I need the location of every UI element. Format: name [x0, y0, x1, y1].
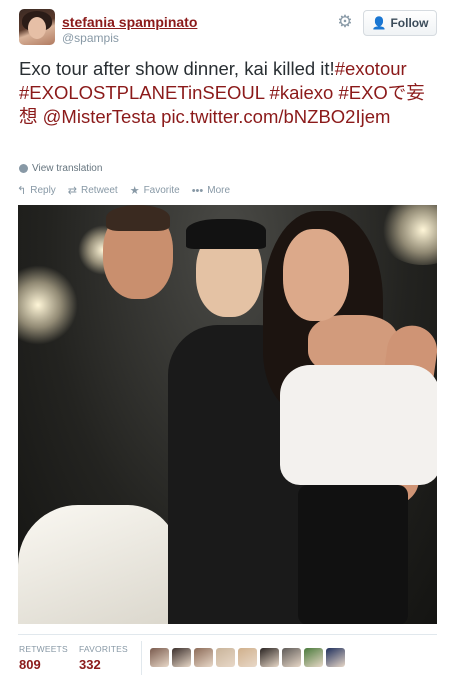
follow-button[interactable]: 👤 Follow: [363, 10, 437, 36]
favorites-label: FAVORITES: [79, 644, 128, 654]
favoriter-avatar[interactable]: [282, 648, 301, 667]
retweets-label: RETWEETS: [19, 644, 68, 654]
photo-person-right-head: [283, 229, 349, 321]
more-dots-icon: •••: [191, 184, 204, 197]
avatar-face: [28, 17, 46, 39]
retweet-button[interactable]: ⇄ Retweet: [68, 184, 118, 197]
tweet-photo[interactable]: [18, 205, 437, 624]
stats-separator: [141, 641, 142, 675]
photo-person-left-shirt: [18, 505, 178, 624]
retweets-count: 809: [19, 657, 41, 672]
follow-button-label: Follow: [390, 16, 429, 30]
favorite-button[interactable]: ★ Favorite: [130, 184, 180, 197]
pic-link[interactable]: pic.twitter.com/bNZBO2Ijem: [161, 106, 390, 127]
display-name[interactable]: stefania spampinato: [62, 14, 197, 30]
hashtag-exolostplanet[interactable]: #EXOLOSTPLANETinSEOUL: [19, 82, 264, 103]
favoriter-avatar[interactable]: [194, 648, 213, 667]
tweet-card: stefania spampinato @spampis ⚙ 👤 Follow …: [0, 0, 455, 680]
star-icon: ★: [129, 185, 140, 197]
reply-button[interactable]: ↰ Reply: [17, 184, 56, 197]
hashtag-kaiexo[interactable]: #kaiexo: [270, 82, 334, 103]
favoriter-avatar[interactable]: [260, 648, 279, 667]
favoriter-avatar[interactable]: [150, 648, 169, 667]
favorites-count: 332: [79, 657, 101, 672]
more-button[interactable]: ••• More: [192, 185, 230, 197]
photo-person-right-top: [280, 365, 437, 485]
retweet-label: Retweet: [81, 185, 118, 196]
hashtag-exotour[interactable]: #exotour: [335, 58, 407, 79]
tweet-actions: ↰ Reply ⇄ Retweet ★ Favorite ••• More: [17, 184, 242, 198]
favoriter-avatar[interactable]: [238, 648, 257, 667]
stats-divider: [18, 634, 437, 635]
reply-icon: ↰: [17, 185, 27, 197]
favoriter-avatar[interactable]: [304, 648, 323, 667]
tweet-body-text: Exo tour after show dinner, kai killed i…: [19, 58, 335, 79]
globe-icon: [19, 164, 28, 173]
favoriter-avatar[interactable]: [326, 648, 345, 667]
more-label: More: [207, 185, 231, 196]
retweet-icon: ⇄: [67, 185, 78, 197]
photo-person-left-hair: [106, 205, 170, 231]
background-light: [18, 265, 78, 345]
view-translation-link[interactable]: View translation: [19, 163, 102, 174]
user-handle[interactable]: @spampis: [62, 31, 119, 45]
add-user-icon: 👤: [371, 16, 387, 30]
view-translation-label: View translation: [32, 163, 103, 174]
avatar[interactable]: [19, 9, 55, 45]
favoriter-avatar[interactable]: [216, 648, 235, 667]
retweets-stat[interactable]: RETWEETS 809: [19, 644, 68, 672]
tweet-text: Exo tour after show dinner, kai killed i…: [19, 57, 439, 129]
gear-icon[interactable]: ⚙: [336, 13, 354, 31]
photo-person-center-cap: [186, 219, 266, 249]
background-light: [378, 205, 437, 265]
favoriter-avatars: [150, 648, 345, 667]
favorites-stat[interactable]: FAVORITES 332: [79, 644, 128, 672]
favoriter-avatar[interactable]: [172, 648, 191, 667]
photo-person-right-jeans: [298, 485, 408, 624]
favorite-label: Favorite: [143, 185, 180, 196]
mention-link[interactable]: @MisterTesta: [43, 106, 156, 127]
reply-label: Reply: [30, 185, 56, 196]
